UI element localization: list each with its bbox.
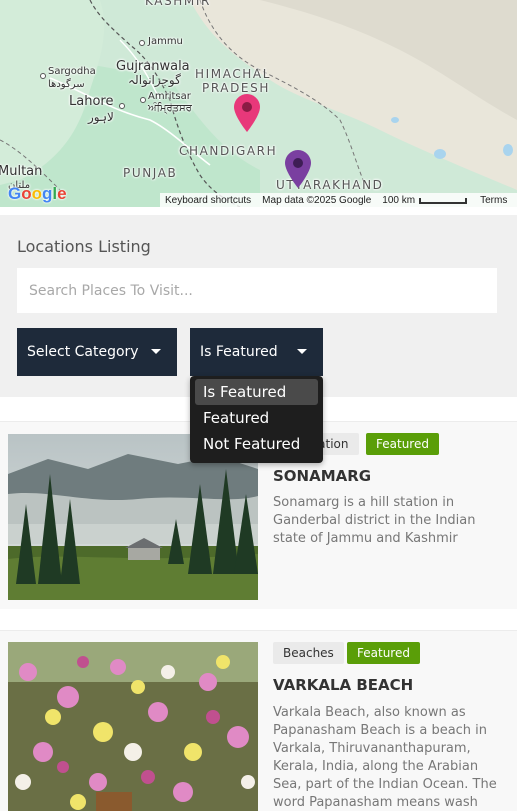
map-label-multan: Multan bbox=[0, 164, 43, 179]
featured-select[interactable]: Is Featured bbox=[190, 328, 323, 376]
city-dot-jammu bbox=[139, 40, 145, 46]
featured-dropdown-menu: Is Featured Featured Not Featured bbox=[190, 376, 323, 463]
map-label-pradesh: PRADESH bbox=[202, 81, 270, 95]
dropdown-option-not-featured[interactable]: Not Featured bbox=[195, 431, 318, 457]
category-badge: Beaches bbox=[273, 642, 344, 664]
caret-down-icon bbox=[297, 349, 307, 354]
map-label-lahore-urdu: لاہور bbox=[88, 110, 114, 124]
featured-select-label: Is Featured bbox=[200, 344, 278, 360]
map-data-attribution: Map data ©2025 Google bbox=[262, 194, 372, 206]
listing-title: Locations Listing bbox=[17, 237, 151, 256]
map-label-sargodha-urdu: سرگودھا bbox=[48, 79, 85, 90]
dropdown-option-featured[interactable]: Featured bbox=[195, 405, 318, 431]
map[interactable]: KASHMIR Jammu Sargodha سرگودھا Gujranwal… bbox=[0, 0, 517, 207]
map-label-amritsar-punjabi: ਅੰਮ੍ਰਿਤਸਰ bbox=[148, 103, 192, 114]
location-card[interactable]: Beaches Featured VARKALA BEACH Varkala B… bbox=[0, 630, 517, 811]
search-input[interactable] bbox=[17, 268, 497, 313]
city-dot-lahore bbox=[119, 103, 125, 109]
city-dot-amritsar bbox=[140, 97, 146, 103]
map-pin-location-icon[interactable] bbox=[285, 150, 311, 188]
card-title[interactable]: VARKALA BEACH bbox=[273, 676, 413, 694]
map-label-sargodha: Sargodha bbox=[48, 66, 96, 77]
map-label-jammu: Jammu bbox=[148, 36, 183, 47]
terms-link[interactable]: Terms bbox=[480, 195, 507, 206]
category-select[interactable]: Select Category bbox=[17, 328, 177, 376]
card-description: Sonamarg is a hill station in Ganderbal … bbox=[273, 495, 476, 546]
featured-badge: Featured bbox=[347, 642, 420, 664]
map-pin-sonamarg-icon[interactable] bbox=[234, 94, 260, 132]
map-label-gujranwala: Gujranwala bbox=[116, 59, 190, 74]
map-label-chandigarh: CHANDIGARH bbox=[179, 144, 278, 158]
map-footer: Keyboard shortcuts Map data ©2025 Google… bbox=[160, 193, 517, 207]
dropdown-option-is-featured[interactable]: Is Featured bbox=[195, 379, 318, 405]
map-label-gujranwala-urdu: گوجرانوالہ bbox=[128, 73, 181, 87]
map-scale-label[interactable]: 100 km bbox=[382, 195, 415, 206]
caret-down-icon bbox=[151, 349, 161, 354]
city-dot-sargodha bbox=[40, 73, 46, 79]
map-label-lahore: Lahore bbox=[69, 94, 114, 109]
card-title[interactable]: SONAMARG bbox=[273, 467, 371, 485]
map-label-kashmir: KASHMIR bbox=[145, 0, 211, 8]
varkala-photo bbox=[8, 642, 258, 811]
category-select-label: Select Category bbox=[27, 344, 139, 360]
keyboard-shortcuts-link[interactable]: Keyboard shortcuts bbox=[165, 195, 251, 206]
card-description: Varkala Beach, also known as Papanasham … bbox=[273, 705, 497, 810]
featured-badge: Featured bbox=[366, 433, 439, 455]
google-logo[interactable]: Google bbox=[8, 184, 67, 204]
card-image-varkala-beach[interactable] bbox=[8, 642, 258, 811]
map-label-punjab: PUNJAB bbox=[123, 166, 178, 180]
map-label-himachal: HIMACHAL bbox=[195, 67, 272, 81]
listing-panel: Locations Listing Select Category Is Fea… bbox=[0, 215, 517, 397]
map-label-amritsar: Amritsar bbox=[148, 91, 191, 102]
map-scale-bar bbox=[419, 198, 468, 204]
